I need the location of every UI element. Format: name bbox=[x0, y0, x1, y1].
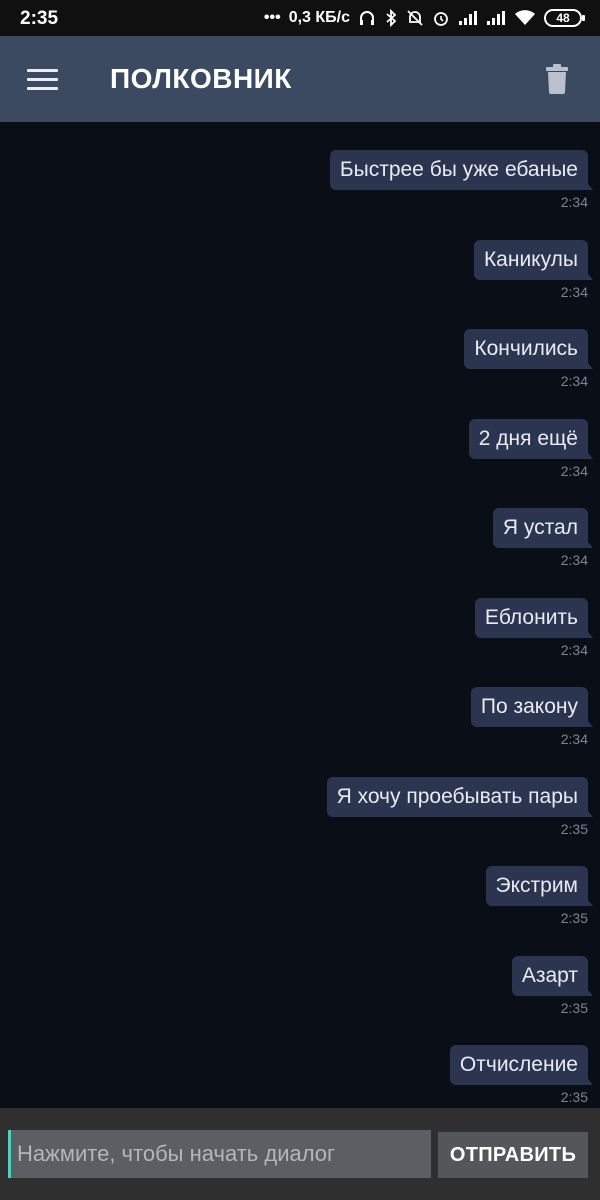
message-bubble[interactable]: Еблонить bbox=[474, 598, 594, 638]
alarm-muted-icon bbox=[406, 9, 424, 27]
message-time: 2:35 bbox=[560, 1089, 588, 1105]
battery-level: 48 bbox=[556, 11, 570, 25]
message-time: 2:34 bbox=[560, 642, 588, 658]
message-bubble[interactable]: По закону bbox=[470, 687, 594, 727]
chat-title: ПОЛКОВНИК bbox=[110, 63, 292, 94]
message-bubble[interactable]: Кончились bbox=[464, 329, 593, 369]
signal-icon bbox=[486, 10, 506, 26]
status-icons: ••• 0,3 КБ/с 48 bbox=[263, 6, 585, 30]
message-bubble[interactable]: Экстрим bbox=[485, 866, 594, 906]
message-item: Экстрим 2:35 bbox=[485, 866, 594, 926]
message-item: Я хочу проебывать пары 2:35 bbox=[326, 777, 594, 837]
message-time: 2:35 bbox=[560, 910, 588, 926]
message-time: 2:34 bbox=[560, 373, 588, 389]
message-item: Быстрее бы уже ебаные 2:34 bbox=[329, 150, 594, 210]
message-bubble[interactable]: 2 дня ещё bbox=[468, 419, 594, 459]
message-bubble[interactable]: Быстрее бы уже ебаные bbox=[329, 150, 594, 190]
message-item: Отчисление 2:35 bbox=[449, 1045, 594, 1105]
trash-icon[interactable] bbox=[532, 58, 582, 100]
message-item: По закону 2:34 bbox=[470, 687, 594, 747]
send-button[interactable]: ОТПРАВИТЬ bbox=[438, 1132, 588, 1178]
status-bar: 2:35 ••• 0,3 КБ/с 48 bbox=[0, 0, 600, 36]
message-time: 2:34 bbox=[560, 284, 588, 300]
app-bar: ПОЛКОВНИК bbox=[0, 36, 600, 122]
message-time: 2:34 bbox=[560, 731, 588, 747]
composer-bar: ОТПРАВИТЬ bbox=[0, 1108, 600, 1200]
message-item: 2 дня ещё 2:34 bbox=[468, 419, 594, 479]
more-dots: ••• bbox=[263, 9, 281, 26]
message-item: Еблонить 2:34 bbox=[474, 598, 594, 658]
message-bubble[interactable]: Я устал bbox=[492, 508, 594, 548]
message-input[interactable] bbox=[8, 1130, 431, 1178]
status-time: 2:35 bbox=[20, 8, 59, 29]
message-item: Каникулы 2:34 bbox=[473, 240, 594, 300]
net-speed: 0,3 КБ/с bbox=[288, 9, 350, 26]
message-time: 2:34 bbox=[560, 194, 588, 210]
message-list[interactable]: Быстрее бы уже ебаные 2:34 Каникулы 2:34… bbox=[0, 122, 600, 1108]
battery-icon: 48 bbox=[544, 9, 585, 27]
message-time: 2:34 bbox=[560, 463, 588, 479]
signal-icon bbox=[458, 10, 478, 26]
menu-icon[interactable] bbox=[18, 58, 68, 100]
message-bubble[interactable]: Азарт bbox=[511, 956, 594, 996]
message-item: Азарт 2:35 bbox=[511, 956, 594, 1016]
message-time: 2:34 bbox=[560, 552, 588, 568]
message-time: 2:35 bbox=[560, 1000, 588, 1016]
headphones-icon bbox=[358, 9, 376, 27]
message-item: Кончились 2:34 bbox=[464, 329, 593, 389]
wifi-icon bbox=[514, 10, 536, 26]
message-bubble[interactable]: Я хочу проебывать пары bbox=[326, 777, 594, 817]
alarm-clock-icon bbox=[432, 9, 450, 27]
message-time: 2:35 bbox=[560, 821, 588, 837]
bluetooth-icon bbox=[384, 9, 398, 27]
message-item: Я устал 2:34 bbox=[492, 508, 594, 568]
message-bubble[interactable]: Отчисление bbox=[449, 1045, 594, 1085]
message-bubble[interactable]: Каникулы bbox=[473, 240, 594, 280]
